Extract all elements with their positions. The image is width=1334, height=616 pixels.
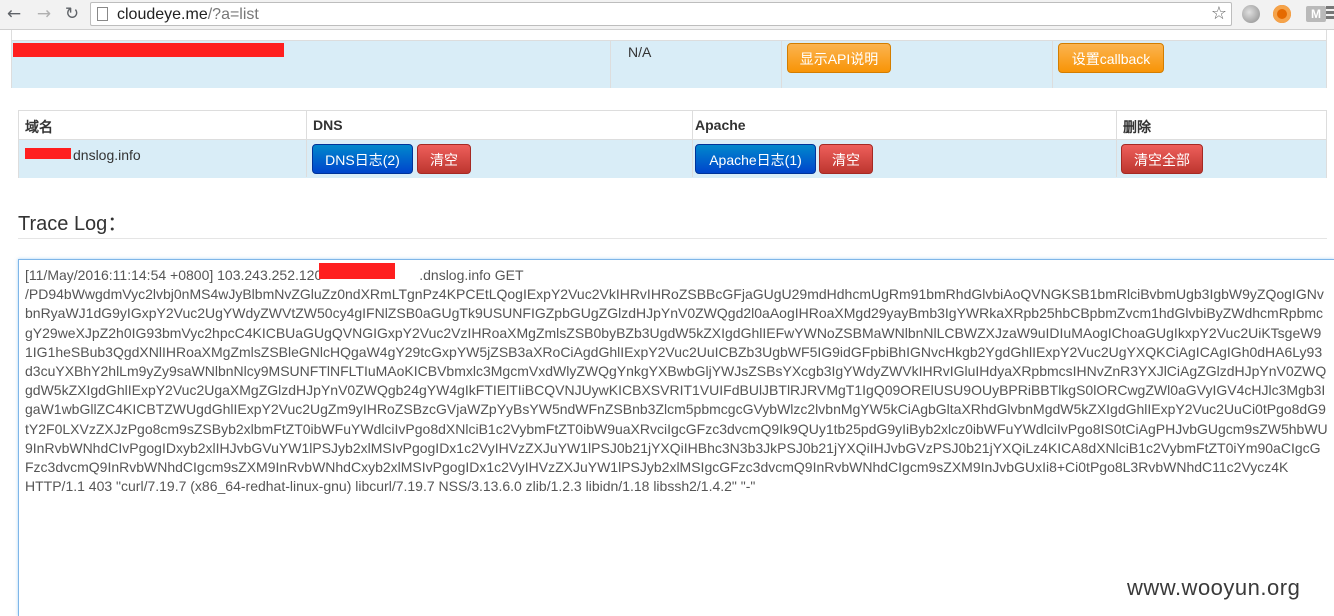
redacted-log-subdomain <box>319 263 395 279</box>
dns-log-button[interactable]: DNS日志(2) <box>312 144 413 174</box>
log-content: [11/May/2016:11:14:54 +0800] 103.243.252… <box>25 266 1329 496</box>
column-divider <box>306 111 307 177</box>
header-delete: 删除 <box>1123 119 1151 135</box>
address-bar[interactable]: cloudeye.me/?a=list ☆ <box>90 2 1232 26</box>
url-text[interactable]: cloudeye.me/?a=list <box>117 5 259 25</box>
apache-clear-button[interactable]: 清空 <box>819 144 873 174</box>
gmail-icon[interactable]: M <box>1306 6 1326 22</box>
redaction-spacer <box>343 279 419 280</box>
show-api-button[interactable]: 显示API说明 <box>787 43 891 73</box>
domain-name: dnslog.info <box>73 147 141 163</box>
back-arrow-icon[interactable]: ← <box>4 4 24 24</box>
table-header: 域名 DNS Apache 删除 <box>19 111 1326 139</box>
domain-table: 域名 DNS Apache 删除 dnslog.info DNS日志(2) 清空… <box>18 110 1327 178</box>
header-dns: DNS <box>313 117 343 133</box>
divider <box>18 238 1327 239</box>
column-divider <box>1052 41 1053 88</box>
redacted-api-key <box>13 43 284 57</box>
bookmark-star-icon[interactable]: ☆ <box>1211 3 1227 25</box>
url-host: cloudeye.me <box>117 6 208 23</box>
column-divider <box>692 111 693 177</box>
globe-extension-icon[interactable] <box>1242 5 1260 23</box>
header-domain: 域名 <box>25 119 53 135</box>
browser-toolbar: ← → ↻ cloudeye.me/?a=list ☆ M <box>0 0 1334 30</box>
menu-icon[interactable] <box>1326 6 1334 21</box>
column-divider <box>781 41 782 88</box>
log-user-agent: HTTP/1.1 403 "curl/7.19.7 (x86_64-redhat… <box>25 478 756 495</box>
watermark: www.wooyun.org <box>1127 575 1301 600</box>
header-apache: Apache <box>695 117 746 133</box>
log-payload: /PD94bWwgdmVyc2lvbj0nMS4wJyBlbmNvZGluZz0… <box>25 286 1328 476</box>
log-line-domain: .dnslog.info GET <box>419 267 524 283</box>
log-line-prefix: [11/May/2016:11:14:54 +0800] 103.243.252… <box>25 267 344 283</box>
column-divider <box>1116 111 1117 177</box>
clear-all-button[interactable]: 清空全部 <box>1121 144 1203 174</box>
page-icon <box>97 7 108 21</box>
set-callback-button[interactable]: 设置callback <box>1058 43 1164 73</box>
redacted-subdomain <box>25 148 71 159</box>
api-info-table: N/A 显示API说明 设置callback <box>11 30 1327 88</box>
forward-arrow-icon[interactable]: → <box>34 4 54 24</box>
url-path: /?a=list <box>207 6 259 23</box>
api-status: N/A <box>628 44 652 60</box>
trace-log-textarea[interactable]: [11/May/2016:11:14:54 +0800] 103.243.252… <box>18 259 1334 616</box>
reload-icon[interactable]: ↻ <box>62 4 82 24</box>
q-extension-icon[interactable] <box>1273 5 1291 23</box>
column-divider <box>610 41 611 88</box>
apache-log-button[interactable]: Apache日志(1) <box>695 144 816 174</box>
dns-clear-button[interactable]: 清空 <box>417 144 471 174</box>
trace-log-title: Trace Log： <box>18 213 128 235</box>
